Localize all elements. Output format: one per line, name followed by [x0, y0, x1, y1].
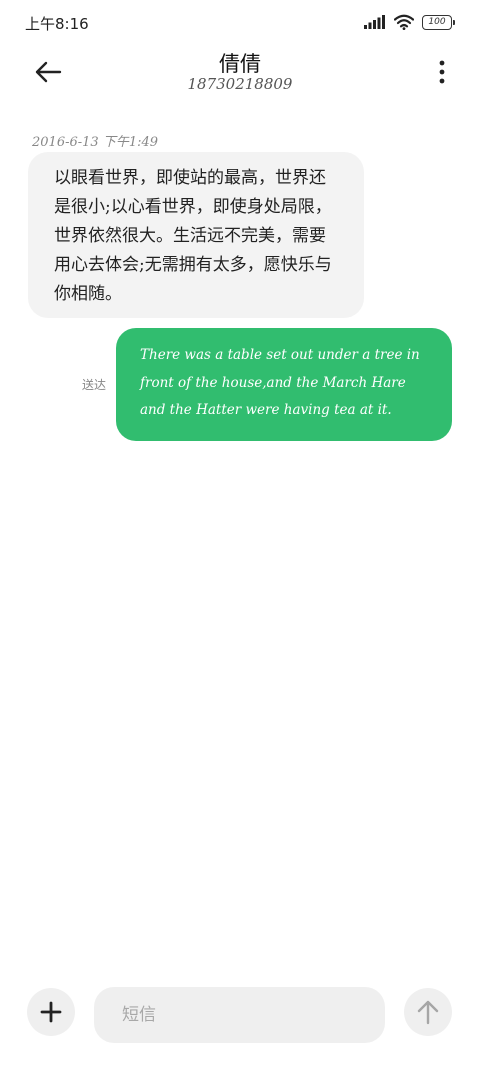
outgoing-message-bubble[interactable]: There was a table set out under a tree i…	[116, 328, 452, 441]
message-input[interactable]	[94, 987, 385, 1043]
conversation-header: 倩倩 18730218809	[0, 46, 480, 106]
battery-icon: 100	[422, 14, 455, 30]
send-button[interactable]	[404, 988, 452, 1036]
delivery-status: 送达	[82, 378, 107, 392]
contact-name: 倩倩	[219, 52, 261, 76]
attach-button[interactable]	[27, 988, 75, 1036]
outgoing-message-text: There was a table set out under a tree i…	[140, 347, 420, 418]
plus-icon	[40, 1001, 62, 1023]
status-time: 上午8:16	[25, 15, 89, 33]
signal-icon	[364, 15, 385, 29]
wifi-icon	[394, 14, 414, 30]
arrow-up-icon	[417, 1000, 439, 1025]
composer-bar	[0, 985, 480, 1045]
battery-level: 100	[428, 17, 446, 27]
incoming-message-text: 以眼看世界，即使站的最高，世界还是很小;以心看世界，即使身处局限，世界依然很大。…	[54, 168, 332, 304]
more-vertical-icon	[439, 60, 445, 84]
status-icons: 100	[364, 14, 455, 30]
status-bar: 上午8:16 100	[0, 0, 480, 46]
contact-number: 18730218809	[187, 75, 293, 93]
message-timestamp: 2016-6-13 下午1:49	[32, 135, 159, 150]
more-options-button[interactable]	[430, 52, 454, 92]
incoming-message-bubble[interactable]: 以眼看世界，即使站的最高，世界还是很小;以心看世界，即使身处局限，世界依然很大。…	[28, 152, 364, 318]
